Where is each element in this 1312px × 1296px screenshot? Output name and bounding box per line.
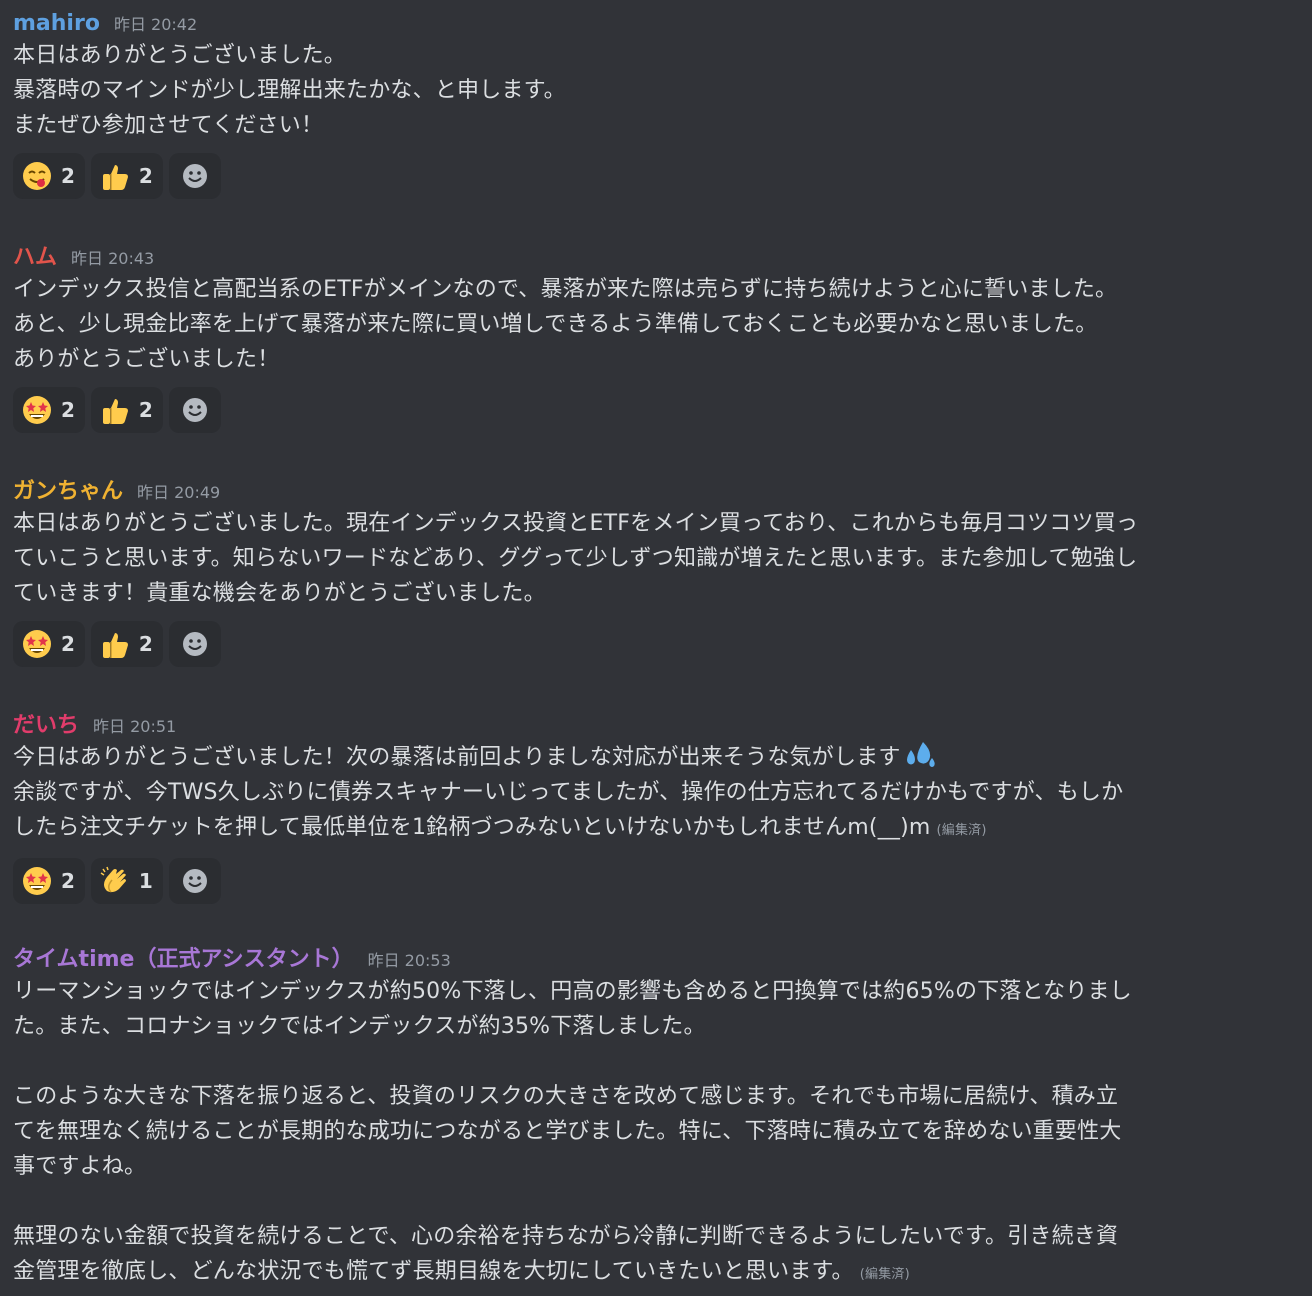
reaction-star-struck[interactable]: 2 bbox=[13, 387, 85, 433]
reaction-count: 1 bbox=[138, 869, 153, 893]
message: ガンちゃん 昨日 20:49 本日はありがとうございました。現在インデックス投資と… bbox=[13, 478, 1308, 667]
paragraph-break bbox=[13, 1044, 1308, 1079]
message-line: したら注文チケットを押して最低単位を1銘柄づつみないといけないかもしれませんm(… bbox=[13, 810, 1308, 848]
message-content: 本日はありがとうございました。 暴落時のマインドが少し理解出来たかな、と申します… bbox=[13, 38, 1308, 143]
message-header: だいち 昨日 20:51 bbox=[13, 712, 1308, 740]
reaction-star-struck[interactable]: 2 bbox=[13, 858, 85, 904]
message-header: ガンちゃん 昨日 20:49 bbox=[13, 478, 1308, 506]
message-feed: mahiro 昨日 20:42 本日はありがとうございました。 暴落時のマインドが… bbox=[0, 0, 1312, 1296]
message: mahiro 昨日 20:42 本日はありがとうございました。 暴落時のマインドが… bbox=[13, 10, 1308, 199]
reaction-count: 2 bbox=[138, 398, 153, 422]
reaction-count: 2 bbox=[61, 398, 75, 422]
sweat-droplets-icon bbox=[901, 742, 939, 770]
edited-tag[interactable]: (編集済) bbox=[937, 823, 987, 838]
thumbs-up-icon bbox=[99, 628, 131, 660]
reaction-thumbs-up[interactable]: 2 bbox=[90, 621, 163, 667]
reaction-bar: 2 2 bbox=[13, 387, 1308, 433]
message-line: 無理のない金額で投資を続けることで、心の余裕を持ちながら冷静に判断できるようにし… bbox=[13, 1224, 1119, 1249]
thumbs-up-icon bbox=[99, 394, 131, 426]
message-line: ていこうと思います。知らないワードなどあり、ググって少しずつ知識が増えたと思いま… bbox=[13, 546, 1138, 571]
smiley-add-icon bbox=[181, 162, 209, 190]
message: ハム 昨日 20:43 インデックス投信と高配当系のETFがメインなので、暴落が来… bbox=[13, 244, 1308, 433]
message-line: リーマンショックではインデックスが約50%下落し、円高の影響も含めると円換算では… bbox=[13, 979, 1132, 1004]
reaction-count: 2 bbox=[61, 164, 75, 188]
star-struck-icon bbox=[21, 394, 53, 426]
message-line: またぜひ参加させてください！ bbox=[13, 113, 324, 138]
username[interactable]: だいち bbox=[13, 713, 79, 738]
message-text: 今日はありがとうございました！次の暴落は前回よりましな対応が出来そうな気がします bbox=[13, 745, 901, 770]
message-line: てを無理なく続けることが長期的な成功につながると学びました。特に、下落時に積み立… bbox=[13, 1119, 1122, 1144]
reaction-count: 2 bbox=[138, 164, 153, 188]
add-reaction-button[interactable] bbox=[168, 387, 221, 433]
message-content: 本日はありがとうございました。現在インデックス投資とETFをメイン買っており、こ… bbox=[13, 506, 1308, 611]
add-reaction-button[interactable] bbox=[168, 153, 221, 199]
message-line: ありがとうございました！ bbox=[13, 347, 280, 372]
edited-tag[interactable]: (編集済) bbox=[860, 1267, 910, 1282]
message: だいち 昨日 20:51 今日はありがとうございました！次の暴落は前回よりましな対… bbox=[13, 712, 1308, 904]
add-reaction-button[interactable] bbox=[168, 858, 221, 904]
message-content: インデックス投信と高配当系のETFがメインなので、暴落が来た際は売らずに持ち続け… bbox=[13, 272, 1308, 377]
message-header: ハム 昨日 20:43 bbox=[13, 244, 1308, 272]
message-line: 暴落時のマインドが少し理解出来たかな、と申します。 bbox=[13, 78, 566, 103]
message-content: リーマンショックではインデックスが約50%下落し、円高の影響も含めると円換算では… bbox=[13, 974, 1308, 1292]
message-line: 本日はありがとうございました。 bbox=[13, 43, 347, 68]
message-content: 今日はありがとうございました！次の暴落は前回よりましな対応が出来そうな気がします… bbox=[13, 740, 1308, 848]
timestamp[interactable]: 昨日 20:42 bbox=[114, 15, 197, 34]
message-line: 金管理を徹底し、どんな状況でも慌てず長期目線を大切にしていきたいと思います。 (編… bbox=[13, 1254, 1308, 1292]
reaction-count: 2 bbox=[61, 632, 75, 656]
message-text: したら注文チケットを押して最低単位を1銘柄づつみないといけないかもしれませんm(… bbox=[13, 815, 931, 840]
yum-face-icon bbox=[21, 160, 53, 192]
reaction-count: 2 bbox=[61, 869, 75, 893]
message-line: 余談ですが、今TWS久しぶりに債券スキャナーいじってましたが、操作の仕方忘れてる… bbox=[13, 780, 1124, 805]
message-line: 本日はありがとうございました。現在インデックス投資とETFをメイン買っており、こ… bbox=[13, 511, 1139, 536]
message-header: タイムtime（正式アシスタント） 昨日 20:53 bbox=[13, 946, 1308, 974]
reaction-bar: 2 1 bbox=[13, 858, 1308, 904]
message-line: 事ですよね。 bbox=[13, 1154, 147, 1179]
timestamp[interactable]: 昨日 20:51 bbox=[93, 717, 176, 736]
message-text: 金管理を徹底し、どんな状況でも慌てず長期目線を大切にしていきたいと思います。 bbox=[13, 1259, 854, 1284]
reaction-yum[interactable]: 2 bbox=[13, 153, 85, 199]
username[interactable]: ハム bbox=[13, 245, 57, 270]
reaction-thumbs-up[interactable]: 2 bbox=[90, 387, 163, 433]
reaction-count: 2 bbox=[138, 632, 153, 656]
smiley-add-icon bbox=[181, 867, 209, 895]
reaction-clap[interactable]: 1 bbox=[90, 858, 163, 904]
message-line: 今日はありがとうございました！次の暴落は前回よりましな対応が出来そうな気がします bbox=[13, 740, 1308, 775]
thumbs-up-icon bbox=[99, 160, 131, 192]
timestamp[interactable]: 昨日 20:43 bbox=[71, 249, 154, 268]
message-line: このような大きな下落を振り返ると、投資のリスクの大きさを改めて感じます。それでも… bbox=[13, 1084, 1119, 1109]
username[interactable]: タイムtime（正式アシスタント） bbox=[13, 947, 354, 972]
message-line: あと、少し現金比率を上げて暴落が来た際に買い増しできるよう準備しておくことも必要… bbox=[13, 312, 1098, 337]
reaction-thumbs-up[interactable]: 2 bbox=[90, 153, 163, 199]
star-struck-icon bbox=[21, 628, 53, 660]
message-line: た。また、コロナショックではインデックスが約35%下落しました。 bbox=[13, 1014, 706, 1039]
add-reaction-button[interactable] bbox=[168, 621, 221, 667]
smiley-add-icon bbox=[181, 630, 209, 658]
reaction-bar: 2 2 bbox=[13, 153, 1308, 199]
timestamp[interactable]: 昨日 20:53 bbox=[368, 951, 451, 970]
message-line: インデックス投信と高配当系のETFがメインなので、暴落が来た際は売らずに持ち続け… bbox=[13, 277, 1118, 302]
message-line: ていきます！貴重な機会をありがとうございました。 bbox=[13, 581, 546, 606]
username[interactable]: ガンちゃん bbox=[13, 479, 123, 504]
star-struck-icon bbox=[21, 865, 53, 897]
message-header: mahiro 昨日 20:42 bbox=[13, 10, 1308, 38]
smiley-add-icon bbox=[181, 396, 209, 424]
timestamp[interactable]: 昨日 20:49 bbox=[137, 483, 220, 502]
reaction-star-struck[interactable]: 2 bbox=[13, 621, 85, 667]
username[interactable]: mahiro bbox=[13, 11, 100, 36]
clapping-hands-icon bbox=[99, 865, 131, 897]
reaction-bar: 2 2 bbox=[13, 621, 1308, 667]
message: タイムtime（正式アシスタント） 昨日 20:53 リーマンショックではインデッ… bbox=[13, 946, 1308, 1292]
paragraph-break bbox=[13, 1184, 1308, 1219]
